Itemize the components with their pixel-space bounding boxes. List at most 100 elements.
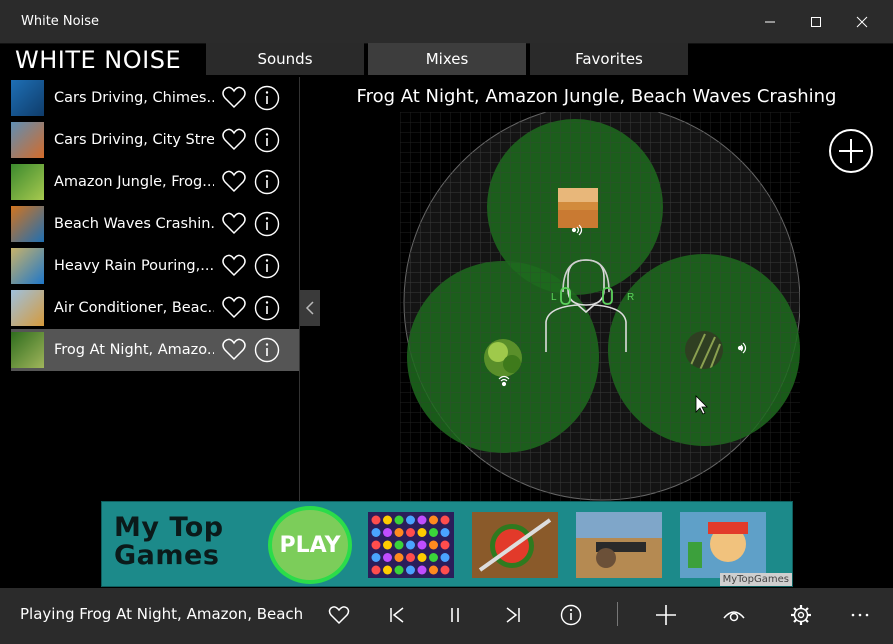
previous-button[interactable] xyxy=(382,600,412,630)
candy-icon xyxy=(383,515,392,525)
info-icon xyxy=(254,337,280,363)
favorite-toggle[interactable] xyxy=(221,169,247,195)
minimize-button[interactable] xyxy=(747,0,793,44)
fruit-game-thumbnail[interactable] xyxy=(472,512,558,578)
candy-icon xyxy=(440,540,450,550)
window-title-bar: White Noise xyxy=(0,0,893,44)
candy-icon xyxy=(417,565,427,575)
info-button[interactable] xyxy=(254,211,280,237)
info-icon xyxy=(560,604,582,626)
view-button[interactable] xyxy=(719,600,749,630)
tab-favorites[interactable]: Favorites xyxy=(530,43,688,75)
info-button[interactable] xyxy=(254,337,280,363)
favorite-toggle[interactable] xyxy=(221,337,247,363)
heart-icon xyxy=(328,606,350,625)
eye-icon xyxy=(723,611,745,622)
collapse-sidebar-button[interactable] xyxy=(300,290,320,326)
ad-text: My Top Games xyxy=(114,512,224,571)
candy-icon xyxy=(429,528,438,537)
candy-icon xyxy=(440,553,450,562)
add-button[interactable] xyxy=(651,600,681,630)
list-item[interactable]: Frog At Night, Amazo... xyxy=(11,329,299,371)
list-item[interactable]: Amazon Jungle, Frog... xyxy=(11,161,299,203)
favorite-toggle[interactable] xyxy=(221,253,247,279)
list-item-label: Cars Driving, Chimes... xyxy=(54,90,214,106)
heart-icon xyxy=(222,212,246,235)
favorite-button[interactable] xyxy=(324,600,354,630)
favorite-toggle[interactable] xyxy=(221,85,247,111)
list-item[interactable]: Heavy Rain Pouring,... xyxy=(11,245,299,287)
candy-icon xyxy=(383,553,392,562)
ad-banner[interactable]: My Top Games PLAY MyTopGames xyxy=(101,501,793,587)
info-icon xyxy=(254,295,280,321)
favorite-toggle[interactable] xyxy=(221,127,247,153)
shooter-game-thumbnail[interactable] xyxy=(576,512,662,578)
candy-icon xyxy=(417,515,427,525)
minimize-icon xyxy=(765,21,775,23)
candy-icon xyxy=(406,515,415,525)
next-button[interactable] xyxy=(498,600,528,630)
sound-mixer[interactable]: L R xyxy=(400,112,800,502)
candy-icon xyxy=(429,540,438,550)
candy-icon xyxy=(429,515,438,525)
info-button[interactable] xyxy=(254,253,280,279)
close-icon xyxy=(856,16,868,28)
maximize-button[interactable] xyxy=(793,0,839,44)
candy-icon xyxy=(440,528,450,537)
pause-button[interactable] xyxy=(440,600,470,630)
list-item[interactable]: Beach Waves Crashin... xyxy=(11,203,299,245)
candy-icon xyxy=(406,565,415,575)
list-item-label: Heavy Rain Pouring,... xyxy=(54,258,214,274)
mix-title: Frog At Night, Amazon Jungle, Beach Wave… xyxy=(356,86,837,107)
info-button[interactable] xyxy=(254,295,280,321)
favorite-toggle[interactable] xyxy=(221,211,247,237)
runner-game-thumbnail[interactable] xyxy=(680,512,766,578)
candy-icon xyxy=(429,553,438,562)
window-title: White Noise xyxy=(21,14,99,29)
heart-icon xyxy=(222,170,246,193)
app-title: WHITE NOISE xyxy=(15,46,182,74)
player-bar: Playing Frog At Night, Amazon, Beach xyxy=(0,588,893,644)
ad-play-button[interactable]: PLAY xyxy=(268,506,352,584)
add-sound-button[interactable] xyxy=(828,128,874,174)
candy-icon xyxy=(406,553,415,562)
candy-icon xyxy=(406,528,415,537)
tab-sounds[interactable]: Sounds xyxy=(206,43,364,75)
toolbar-separator xyxy=(617,602,618,626)
info-icon xyxy=(254,85,280,111)
candy-game-thumbnail[interactable] xyxy=(368,512,454,578)
candy-icon xyxy=(383,565,392,575)
candy-icon xyxy=(371,515,381,525)
candy-icon xyxy=(394,553,404,562)
heart-icon xyxy=(222,86,246,109)
mix-thumbnail xyxy=(11,122,44,158)
left-channel-label: L xyxy=(551,292,557,303)
info-button[interactable] xyxy=(254,127,280,153)
candy-icon xyxy=(383,540,392,550)
tab-mixes[interactable]: Mixes xyxy=(368,43,526,75)
list-item[interactable]: Cars Driving, Chimes... xyxy=(11,77,299,119)
list-item[interactable]: Cars Driving, City Stre... xyxy=(11,119,299,161)
previous-icon xyxy=(390,607,404,623)
info-button[interactable] xyxy=(254,85,280,111)
candy-icon xyxy=(371,528,381,537)
info-icon xyxy=(254,253,280,279)
mix-thumbnail xyxy=(11,248,44,284)
favorite-toggle[interactable] xyxy=(221,295,247,321)
mix-thumbnail xyxy=(11,332,44,368)
info-icon xyxy=(254,169,280,195)
more-button[interactable] xyxy=(845,600,875,630)
candy-icon xyxy=(406,540,415,550)
info-icon xyxy=(254,211,280,237)
info-button[interactable] xyxy=(556,600,586,630)
settings-button[interactable] xyxy=(786,600,816,630)
candy-icon xyxy=(394,515,404,525)
close-button[interactable] xyxy=(839,0,885,44)
list-item-label: Amazon Jungle, Frog... xyxy=(54,174,214,190)
info-icon xyxy=(254,127,280,153)
heart-icon xyxy=(222,296,246,319)
maximize-icon xyxy=(811,17,821,27)
list-item[interactable]: Air Conditioner, Beac... xyxy=(11,287,299,329)
sound-token-beach[interactable] xyxy=(558,188,598,228)
info-button[interactable] xyxy=(254,169,280,195)
